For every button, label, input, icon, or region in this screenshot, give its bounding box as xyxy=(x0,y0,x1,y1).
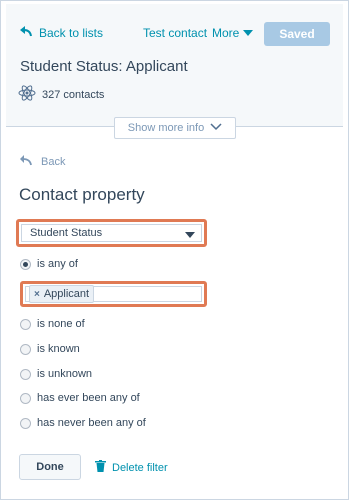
property-select-highlight: Student Status xyxy=(16,219,207,247)
done-button[interactable]: Done xyxy=(19,454,81,480)
more-dropdown[interactable]: More xyxy=(212,26,254,40)
option-label: is unknown xyxy=(37,368,93,380)
radio-unselected[interactable] xyxy=(20,417,31,429)
back-link[interactable]: Back xyxy=(19,154,65,169)
contacts-count-row: 327 contacts xyxy=(18,84,104,105)
tag-label: Applicant xyxy=(43,288,90,300)
option-label: has never been any of xyxy=(37,417,146,429)
delete-filter-label: Delete filter xyxy=(112,461,168,474)
header-toolbar: Back to lists Test contact More Saved xyxy=(6,22,343,52)
option-label: is known xyxy=(37,343,80,355)
section-title: Contact property xyxy=(19,185,145,204)
option-label: is any of xyxy=(37,258,78,270)
more-label: More xyxy=(212,26,240,40)
option-is-none-of[interactable]: is none of xyxy=(20,318,85,330)
radio-unselected[interactable] xyxy=(20,392,31,404)
value-tag-input[interactable]: × Applicant xyxy=(25,285,202,303)
show-more-info-button[interactable]: Show more info xyxy=(114,117,236,139)
radio-unselected[interactable] xyxy=(20,318,31,330)
contacts-count: 327 contacts xyxy=(42,88,105,101)
list-title: Student Status: Applicant xyxy=(20,58,188,75)
option-is-any-of[interactable]: is any of xyxy=(20,258,78,270)
caret-down-icon xyxy=(243,30,254,36)
option-label: has ever been any of xyxy=(37,392,140,404)
radio-unselected[interactable] xyxy=(20,368,31,380)
back-to-lists-link[interactable]: Back to lists xyxy=(19,24,103,41)
option-label: is none of xyxy=(37,318,85,330)
trash-icon xyxy=(95,460,106,475)
radio-unselected[interactable] xyxy=(20,343,31,355)
saved-button[interactable]: Saved xyxy=(264,22,330,46)
radio-selected[interactable] xyxy=(20,258,31,270)
show-more-label: Show more info xyxy=(127,122,205,134)
option-has-ever-been-any-of[interactable]: has ever been any of xyxy=(20,392,140,404)
remove-tag-icon[interactable]: × xyxy=(34,289,40,300)
property-select-value: Student Status xyxy=(30,227,103,239)
test-contact-link[interactable]: Test contact xyxy=(143,26,207,40)
property-select[interactable]: Student Status xyxy=(21,224,202,242)
back-arrow-icon xyxy=(19,24,33,41)
back-to-lists-label: Back to lists xyxy=(39,25,104,40)
list-header: Back to lists Test contact More Saved St… xyxy=(6,4,343,126)
option-is-unknown[interactable]: is unknown xyxy=(20,368,92,380)
chevron-down-icon xyxy=(210,122,222,134)
tag-input-highlight: × Applicant xyxy=(20,281,207,307)
value-tag: × Applicant xyxy=(29,285,95,303)
option-is-known[interactable]: is known xyxy=(20,343,80,355)
back-arrow-icon xyxy=(19,154,33,169)
caret-down-icon xyxy=(185,232,195,238)
atom-icon xyxy=(18,84,36,105)
option-has-never-been-any-of[interactable]: has never been any of xyxy=(20,417,146,429)
back-label: Back xyxy=(41,155,66,168)
delete-filter-link[interactable]: Delete filter xyxy=(95,460,168,475)
